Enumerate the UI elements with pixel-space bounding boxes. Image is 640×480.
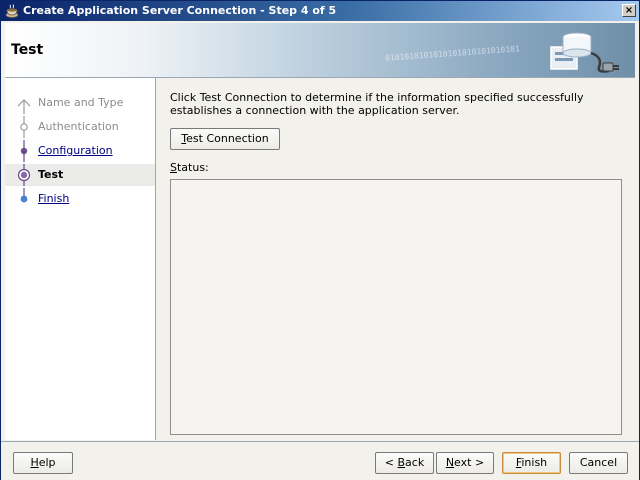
close-button[interactable]: × — [622, 4, 636, 17]
step-test: Test — [5, 164, 155, 186]
finish-button[interactable]: Finish — [502, 452, 561, 474]
step-start-node-icon — [17, 99, 31, 114]
step-name-and-type: Name and Type — [5, 92, 155, 114]
step-label: Name and Type — [38, 96, 124, 109]
status-label: Status: — [170, 161, 209, 174]
step-current-node-icon — [17, 164, 31, 186]
step-configuration[interactable]: Configuration — [5, 140, 155, 162]
instructions-text: Click Test Connection to determine if th… — [170, 91, 584, 117]
step-finish[interactable]: Finish — [5, 188, 155, 210]
server-connection-icon — [550, 32, 619, 73]
wizard-content: Click Test Connection to determine if th… — [156, 78, 635, 440]
step-node-icon — [20, 116, 28, 138]
step-label: Authentication — [38, 120, 119, 133]
step-label[interactable]: Configuration — [38, 144, 113, 157]
close-icon: × — [624, 5, 634, 16]
wizard-header: Test 0101010101010101010101010101 — [5, 23, 635, 78]
button-bar: Help < Back Next > Finish Cancel — [1, 441, 639, 480]
step-label: Test — [38, 168, 64, 181]
window-title: Create Application Server Connection - S… — [23, 4, 337, 17]
step-end-node-icon — [20, 188, 28, 203]
app-cup-icon — [5, 4, 19, 18]
next-button[interactable]: Next > — [436, 452, 494, 474]
wizard-steps-sidebar: Name and Type Authentication Configurati… — [5, 78, 156, 440]
title-bar[interactable]: Create Application Server Connection - S… — [1, 1, 639, 21]
step-node-icon — [20, 140, 28, 162]
cancel-button[interactable]: Cancel — [569, 452, 628, 474]
step-authentication: Authentication — [5, 116, 155, 138]
header-binary-decoration: 0101010101010101010101010101 — [384, 44, 521, 63]
step-label[interactable]: Finish — [38, 192, 69, 205]
test-connection-button[interactable]: Test Connection — [170, 128, 280, 150]
dialog-window: Create Application Server Connection - S… — [0, 0, 640, 480]
help-button[interactable]: Help — [13, 452, 73, 474]
status-output-area[interactable] — [170, 179, 622, 435]
page-title: Test — [11, 42, 44, 58]
back-button[interactable]: < Back — [375, 452, 434, 474]
